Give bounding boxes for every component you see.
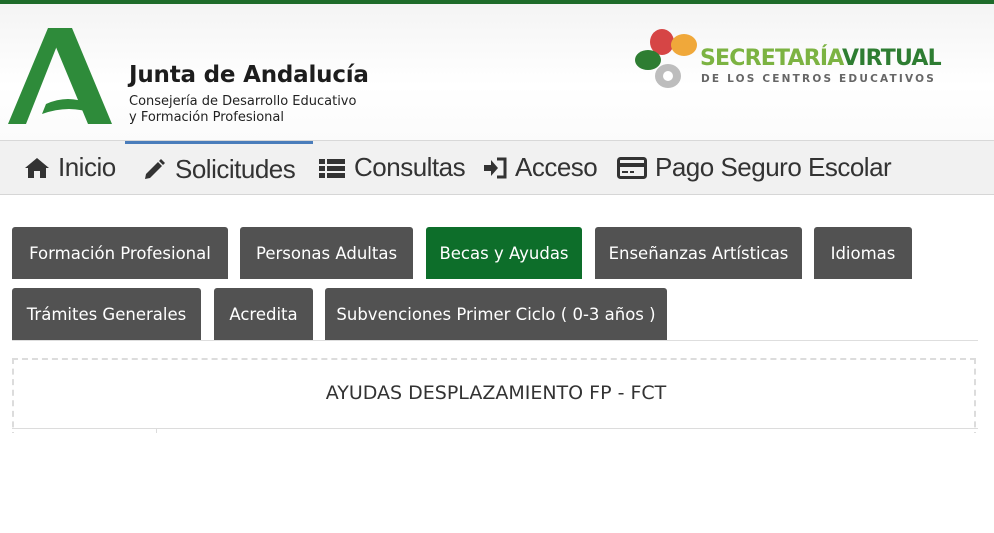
nav-inicio-label: Inicio xyxy=(58,152,116,182)
nav-inicio[interactable]: Inicio xyxy=(24,141,116,194)
nav-consultas-label: Consultas xyxy=(354,152,466,182)
main-nav: Inicio Solicitudes Consultas Acceso Pago… xyxy=(0,141,994,195)
nav-solicitudes[interactable]: Solicitudes xyxy=(125,141,314,194)
nav-acceso-label: Acceso xyxy=(515,152,598,182)
tab-personas-adultas[interactable]: Personas Adultas xyxy=(240,227,413,279)
nav-pago-seguro-escolar[interactable]: Pago Seguro Escolar xyxy=(617,141,892,194)
nav-acceso[interactable]: Acceso xyxy=(483,141,598,194)
list-icon xyxy=(319,158,345,178)
sv-title-part-1: SECRETARÍA xyxy=(700,46,843,71)
site-header: Junta de Andalucía Consejería de Desarro… xyxy=(0,4,994,141)
tab-acredita[interactable]: Acredita xyxy=(214,288,313,340)
pencil-icon xyxy=(145,159,165,179)
credit-card-icon xyxy=(617,156,647,179)
content-panel: AYUDAS DESPLAZAMIENTO FP - FCT xyxy=(12,358,976,438)
org-name: Junta de Andalucía xyxy=(129,62,369,88)
org-subtitle: Consejería de Desarrollo Educativo y For… xyxy=(129,94,356,126)
org-subtitle-line-2: y Formación Profesional xyxy=(129,110,284,125)
home-icon xyxy=(25,157,49,178)
secretaria-virtual-logo-icon[interactable] xyxy=(634,26,700,96)
sv-title-part-2: VIRTUAL xyxy=(841,46,942,71)
nav-consultas[interactable]: Consultas xyxy=(318,141,466,194)
tab-ensenanzas-artisticas[interactable]: Enseñanzas Artísticas xyxy=(595,227,802,279)
sign-in-icon xyxy=(484,157,507,178)
tab-becas-y-ayudas[interactable]: Becas y Ayudas xyxy=(426,227,582,279)
junta-andalucia-logo[interactable] xyxy=(6,28,116,134)
org-subtitle-line-1: Consejería de Desarrollo Educativo xyxy=(129,94,357,109)
tab-subvenciones-primer-ciclo[interactable]: Subvenciones Primer Ciclo ( 0-3 años ) xyxy=(325,288,667,340)
nav-pago-label: Pago Seguro Escolar xyxy=(655,152,892,182)
category-tabs: Formación Profesional Personas Adultas B… xyxy=(12,227,978,341)
tab-tramites-generales[interactable]: Trámites Generales xyxy=(12,288,201,340)
secretaria-virtual-subtitle: DE LOS CENTROS EDUCATIVOS xyxy=(701,73,936,85)
secretaria-virtual-title: SECRETARÍAVIRTUAL xyxy=(700,46,942,71)
tab-formacion-profesional[interactable]: Formación Profesional xyxy=(12,227,228,279)
page-blank-area xyxy=(0,433,994,533)
tab-idiomas[interactable]: Idiomas xyxy=(814,227,912,279)
nav-solicitudes-label: Solicitudes xyxy=(175,153,296,184)
panel-title: AYUDAS DESPLAZAMIENTO FP - FCT xyxy=(325,382,667,404)
